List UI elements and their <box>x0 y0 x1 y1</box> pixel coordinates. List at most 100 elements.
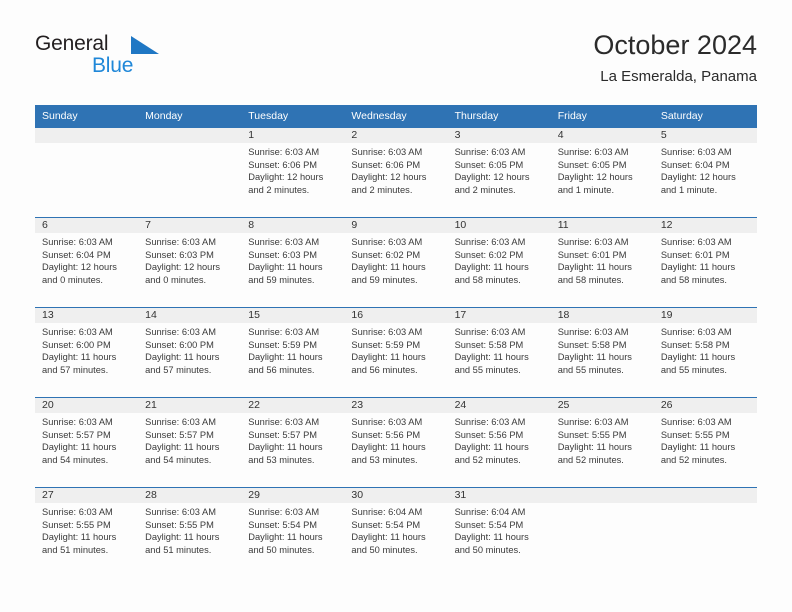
general-blue-logo: General Blue <box>35 28 265 88</box>
sunset-text: Sunset: 5:59 PM <box>248 339 318 350</box>
sunrise-text: Sunrise: 6:03 AM <box>248 327 320 337</box>
sunset-text: Sunset: 6:01 PM <box>660 249 730 260</box>
day-cell[interactable]: Sunrise: 6:03 AM Sunset: 5:58 PM Dayligh… <box>654 323 757 397</box>
day-cell[interactable] <box>654 503 757 577</box>
daylight-text-line2: and 53 minutes. <box>351 455 418 466</box>
sunrise-text: Sunrise: 6:03 AM <box>557 147 629 157</box>
day-cell[interactable]: Sunrise: 6:03 AM Sunset: 6:04 PM Dayligh… <box>654 143 757 217</box>
day-number[interactable]: 10 <box>448 218 551 233</box>
day-number[interactable]: 17 <box>448 308 551 323</box>
day-number[interactable]: 14 <box>138 308 241 323</box>
day-number[interactable]: 12 <box>654 218 757 233</box>
day-number[interactable]: 30 <box>344 488 447 503</box>
day-cell[interactable]: Sunrise: 6:03 AM Sunset: 5:55 PM Dayligh… <box>138 503 241 577</box>
day-number[interactable] <box>35 128 138 143</box>
day-cell[interactable]: Sunrise: 6:03 AM Sunset: 6:02 PM Dayligh… <box>344 233 447 307</box>
day-cell[interactable]: Sunrise: 6:03 AM Sunset: 6:03 PM Dayligh… <box>241 233 344 307</box>
day-number[interactable]: 25 <box>551 398 654 413</box>
day-number[interactable]: 13 <box>35 308 138 323</box>
day-cell[interactable]: Sunrise: 6:03 AM Sunset: 6:02 PM Dayligh… <box>448 233 551 307</box>
day-cell[interactable]: Sunrise: 6:03 AM Sunset: 6:05 PM Dayligh… <box>448 143 551 217</box>
day-number[interactable]: 5 <box>654 128 757 143</box>
sunset-text: Sunset: 5:55 PM <box>660 429 730 440</box>
day-cell[interactable]: Sunrise: 6:03 AM Sunset: 5:54 PM Dayligh… <box>241 503 344 577</box>
day-number[interactable]: 19 <box>654 308 757 323</box>
day-number[interactable]: 24 <box>448 398 551 413</box>
day-number[interactable]: 28 <box>138 488 241 503</box>
week-detail-band: Sunrise: 6:03 AM Sunset: 5:55 PM Dayligh… <box>35 503 757 577</box>
day-number[interactable] <box>654 488 757 503</box>
sunset-text: Sunset: 6:05 PM <box>557 159 627 170</box>
day-number[interactable] <box>551 488 654 503</box>
day-cell[interactable]: Sunrise: 6:03 AM Sunset: 6:06 PM Dayligh… <box>344 143 447 217</box>
day-cell[interactable]: Sunrise: 6:03 AM Sunset: 5:59 PM Dayligh… <box>344 323 447 397</box>
day-cell[interactable]: Sunrise: 6:03 AM Sunset: 6:00 PM Dayligh… <box>138 323 241 397</box>
sunset-text: Sunset: 6:04 PM <box>42 249 111 260</box>
day-cell[interactable]: Sunrise: 6:03 AM Sunset: 5:58 PM Dayligh… <box>551 323 654 397</box>
day-cell[interactable]: Sunrise: 6:03 AM Sunset: 5:57 PM Dayligh… <box>241 413 344 487</box>
day-number[interactable]: 3 <box>448 128 551 143</box>
day-number[interactable]: 23 <box>344 398 447 413</box>
day-number[interactable]: 6 <box>35 218 138 233</box>
day-number[interactable]: 15 <box>241 308 344 323</box>
day-number[interactable]: 31 <box>448 488 551 503</box>
day-number[interactable]: 16 <box>344 308 447 323</box>
day-cell[interactable]: Sunrise: 6:03 AM Sunset: 5:57 PM Dayligh… <box>138 413 241 487</box>
day-cell[interactable]: Sunrise: 6:03 AM Sunset: 5:55 PM Dayligh… <box>551 413 654 487</box>
day-number[interactable] <box>138 128 241 143</box>
daylight-text-line2: and 51 minutes. <box>145 545 212 556</box>
day-number[interactable]: 7 <box>138 218 241 233</box>
daylight-text-line2: and 2 minutes. <box>248 185 310 196</box>
day-cell[interactable]: Sunrise: 6:03 AM Sunset: 5:55 PM Dayligh… <box>35 503 138 577</box>
day-cell[interactable] <box>138 143 241 217</box>
day-cell[interactable]: Sunrise: 6:03 AM Sunset: 5:59 PM Dayligh… <box>241 323 344 397</box>
day-number[interactable]: 20 <box>35 398 138 413</box>
day-cell[interactable]: Sunrise: 6:03 AM Sunset: 6:04 PM Dayligh… <box>35 233 138 307</box>
day-cell[interactable]: Sunrise: 6:03 AM Sunset: 5:55 PM Dayligh… <box>654 413 757 487</box>
daylight-text-line1: Daylight: 11 hours <box>454 442 529 453</box>
day-cell[interactable] <box>551 503 654 577</box>
day-number[interactable]: 26 <box>654 398 757 413</box>
page-title: October 2024 <box>593 30 757 60</box>
day-number[interactable]: 9 <box>344 218 447 233</box>
week-detail-band: Sunrise: 6:03 AM Sunset: 6:00 PM Dayligh… <box>35 323 757 397</box>
sunrise-text: Sunrise: 6:03 AM <box>660 237 732 247</box>
day-number[interactable]: 1 <box>241 128 344 143</box>
day-cell[interactable]: Sunrise: 6:03 AM Sunset: 6:00 PM Dayligh… <box>35 323 138 397</box>
day-number[interactable]: 8 <box>241 218 344 233</box>
page-header: General Blue October 2024 La Esmeralda, … <box>35 28 757 98</box>
day-number[interactable]: 21 <box>138 398 241 413</box>
day-number[interactable]: 18 <box>551 308 654 323</box>
logo-text-blue: Blue <box>92 54 134 77</box>
day-number[interactable]: 2 <box>344 128 447 143</box>
day-cell[interactable]: Sunrise: 6:03 AM Sunset: 6:01 PM Dayligh… <box>551 233 654 307</box>
day-number[interactable]: 4 <box>551 128 654 143</box>
day-number[interactable]: 22 <box>241 398 344 413</box>
day-cell[interactable]: Sunrise: 6:03 AM Sunset: 5:56 PM Dayligh… <box>344 413 447 487</box>
sunrise-text: Sunrise: 6:03 AM <box>145 237 216 247</box>
daylight-text-line1: Daylight: 11 hours <box>145 532 220 543</box>
daylight-text-line2: and 55 minutes. <box>660 365 727 376</box>
day-cell[interactable]: Sunrise: 6:03 AM Sunset: 5:58 PM Dayligh… <box>448 323 551 397</box>
day-cell[interactable] <box>35 143 138 217</box>
day-number[interactable]: 29 <box>241 488 344 503</box>
daylight-text-line2: and 52 minutes. <box>660 455 727 466</box>
day-number[interactable]: 11 <box>551 218 654 233</box>
day-cell[interactable]: Sunrise: 6:04 AM Sunset: 5:54 PM Dayligh… <box>448 503 551 577</box>
day-cell[interactable]: Sunrise: 6:03 AM Sunset: 6:06 PM Dayligh… <box>241 143 344 217</box>
day-cell[interactable]: Sunrise: 6:03 AM Sunset: 6:03 PM Dayligh… <box>138 233 241 307</box>
day-cell[interactable]: Sunrise: 6:03 AM Sunset: 6:01 PM Dayligh… <box>654 233 757 307</box>
daylight-text-line1: Daylight: 11 hours <box>248 532 323 543</box>
day-cell[interactable]: Sunrise: 6:03 AM Sunset: 5:56 PM Dayligh… <box>448 413 551 487</box>
day-cell[interactable]: Sunrise: 6:03 AM Sunset: 5:57 PM Dayligh… <box>35 413 138 487</box>
daylight-text-line1: Daylight: 11 hours <box>660 352 736 363</box>
daylight-text-line2: and 51 minutes. <box>42 545 109 556</box>
daylight-text-line1: Daylight: 11 hours <box>42 352 117 363</box>
calendar-page: General Blue October 2024 La Esmeralda, … <box>0 0 792 612</box>
day-number[interactable]: 27 <box>35 488 138 503</box>
daylight-text-line2: and 52 minutes. <box>454 455 521 466</box>
sunrise-text: Sunrise: 6:04 AM <box>351 507 423 517</box>
day-cell[interactable]: Sunrise: 6:03 AM Sunset: 6:05 PM Dayligh… <box>551 143 654 217</box>
daylight-text-line2: and 50 minutes. <box>351 545 418 556</box>
day-cell[interactable]: Sunrise: 6:04 AM Sunset: 5:54 PM Dayligh… <box>344 503 447 577</box>
